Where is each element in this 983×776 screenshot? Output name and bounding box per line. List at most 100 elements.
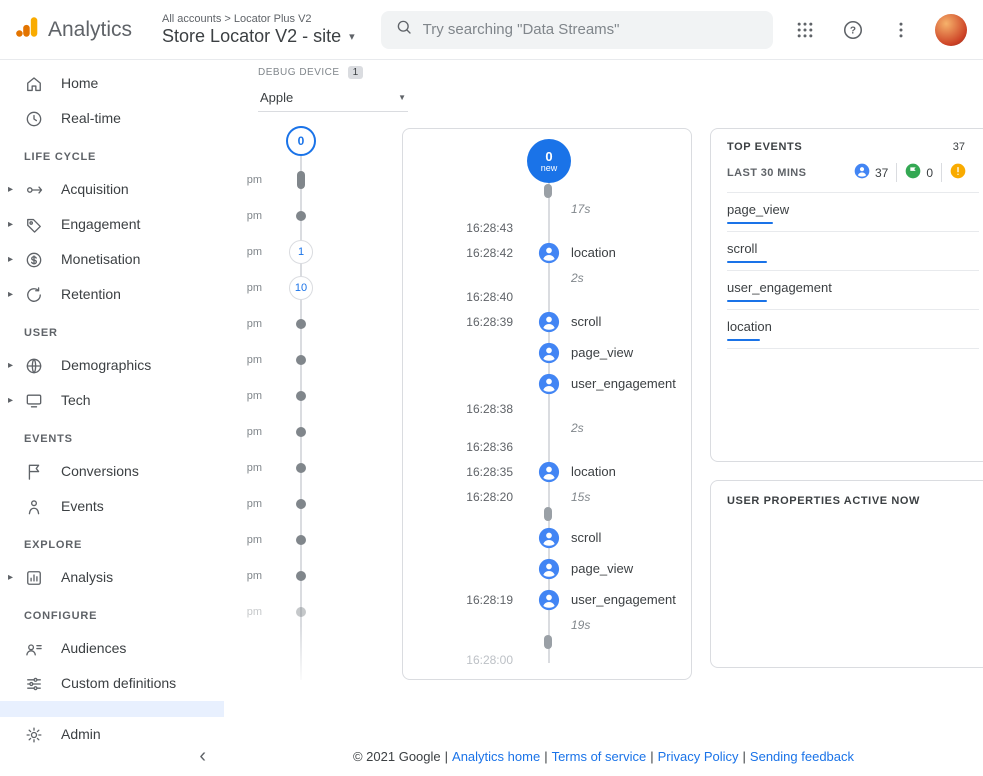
event-row[interactable]: scroll	[403, 522, 691, 553]
sidebar-item-label: Acquisition	[61, 181, 129, 198]
event-row[interactable]: page_view	[403, 337, 691, 368]
timestamp-label: 16:28:36	[403, 440, 531, 454]
sidebar-section-life-cycle: LIFE CYCLE	[0, 142, 224, 172]
minute-marker[interactable]	[296, 211, 306, 221]
minute-marker[interactable]	[296, 571, 306, 581]
sidebar-item-real-time[interactable]: Real-time	[0, 101, 224, 136]
event-row[interactable]: 16:28:19user_engagement	[403, 584, 691, 615]
expand-arrow-icon[interactable]: ▸	[8, 184, 24, 195]
event-user-icon	[538, 242, 560, 264]
sidebar-item-acquisition[interactable]: ▸ Acquisition	[0, 172, 224, 207]
sidebar-item-audiences[interactable]: Audiences	[0, 631, 224, 666]
gap-capsule	[544, 507, 552, 521]
analytics-logo[interactable]: Analytics	[0, 14, 132, 45]
top-event-row[interactable]: location	[727, 310, 979, 349]
seconds-head-marker[interactable]: 0 new	[527, 139, 571, 183]
top-event-row[interactable]: scroll	[727, 232, 979, 271]
sidebar-item-label: Custom definitions	[61, 675, 176, 692]
event-user-icon	[538, 342, 560, 364]
seconds-stream-card: 0 new 17s16:28:4316:28:42location2s16:28…	[402, 128, 692, 680]
search-bar[interactable]	[381, 11, 773, 49]
minute-marker[interactable]	[296, 319, 306, 329]
sidebar-collapse-button[interactable]: ‹	[199, 746, 206, 766]
footer-links: |Analytics home|Terms of service|Privacy…	[441, 749, 854, 764]
event-user-icon	[538, 461, 560, 483]
tech-icon	[24, 391, 46, 411]
debug-device-count-badge: 1	[348, 66, 364, 79]
event-row[interactable]: 16:28:35location	[403, 456, 691, 487]
minute-marker[interactable]	[297, 171, 305, 189]
minute-marker[interactable]	[296, 463, 306, 473]
sidebar-item-label: Real-time	[61, 110, 121, 127]
timestamp-label: 16:28:35	[403, 465, 531, 479]
help-icon[interactable]: ?	[833, 10, 873, 50]
minutes-stream: 0 pmpmpm1pm10pmpmpmpmpmpmpmpmpm	[232, 126, 362, 686]
property-selector[interactable]: All accounts > Locator Plus V2 Store Loc…	[162, 13, 355, 47]
sidebar-item-admin[interactable]: Admin	[0, 717, 224, 752]
minute-row: pm	[232, 450, 362, 486]
minute-marker[interactable]: 10	[289, 276, 313, 300]
timestamp-label: 16:28:00	[403, 653, 531, 667]
expand-arrow-icon[interactable]: ▸	[8, 572, 24, 583]
stat-error-icon	[941, 163, 979, 182]
minute-row: pm1	[232, 234, 362, 270]
kebab-menu-icon[interactable]	[881, 10, 921, 50]
minute-marker[interactable]	[296, 427, 306, 437]
minute-label: pm	[232, 318, 262, 330]
gap-capsule	[544, 184, 552, 198]
event-row[interactable]: user_engagement	[403, 368, 691, 399]
top-event-name: user_engagement	[727, 280, 979, 295]
sidebar-item-retention[interactable]: ▸Retention	[0, 277, 224, 312]
footer-separator: |	[540, 749, 551, 764]
footer-link-terms-of-service[interactable]: Terms of service	[552, 749, 647, 764]
footer-link-privacy-policy[interactable]: Privacy Policy	[658, 749, 739, 764]
sidebar-item-demographics[interactable]: ▸Demographics	[0, 348, 224, 383]
minute-row: pm	[232, 342, 362, 378]
top-event-row[interactable]: page_view	[727, 193, 979, 232]
minute-marker[interactable]	[296, 607, 306, 617]
minute-marker[interactable]	[296, 391, 306, 401]
acquisition-icon	[24, 180, 46, 200]
sidebar-selected-highlight[interactable]	[0, 701, 224, 717]
sidebar-item-home[interactable]: Home	[0, 66, 224, 101]
sidebar-item-label: Conversions	[61, 463, 139, 480]
search-input[interactable]	[423, 21, 759, 38]
footer-link-sending-feedback[interactable]: Sending feedback	[750, 749, 854, 764]
minute-marker[interactable]	[296, 355, 306, 365]
minute-row: pm	[232, 198, 362, 234]
product-name: Analytics	[48, 18, 132, 42]
event-row[interactable]: 16:28:39scroll	[403, 306, 691, 337]
apps-grid-icon[interactable]	[785, 10, 825, 50]
sidebar-item-tech[interactable]: ▸Tech	[0, 383, 224, 418]
clock-icon	[24, 109, 46, 129]
expand-arrow-icon[interactable]: ▸	[8, 219, 24, 230]
top-events-stats: 370	[846, 163, 979, 182]
sidebar-item-custom-definitions[interactable]: Custom definitions	[0, 666, 224, 701]
sidebar-item-conversions[interactable]: Conversions	[0, 454, 224, 489]
minute-marker[interactable]	[296, 499, 306, 509]
expand-arrow-icon[interactable]: ▸	[8, 254, 24, 265]
admin-icon	[24, 725, 46, 745]
debug-device-select[interactable]: Apple ▼	[258, 83, 408, 112]
top-event-row[interactable]: user_engagement	[727, 271, 979, 310]
event-row[interactable]: page_view	[403, 553, 691, 584]
event-name: scroll	[571, 530, 601, 545]
minute-marker[interactable]	[296, 535, 306, 545]
footer-link-analytics-home[interactable]: Analytics home	[452, 749, 540, 764]
duration-label: 2s	[571, 271, 584, 285]
expand-arrow-icon[interactable]: ▸	[8, 395, 24, 406]
sidebar-item-analysis[interactable]: ▸Analysis	[0, 560, 224, 595]
event-row[interactable]: 16:28:42location	[403, 237, 691, 268]
duration-row: 2s	[403, 268, 691, 287]
sidebar-item-events[interactable]: Events	[0, 489, 224, 524]
footer-separator: |	[441, 749, 452, 764]
expand-arrow-icon[interactable]: ▸	[8, 360, 24, 371]
sidebar-item-engagement[interactable]: ▸Engagement	[0, 207, 224, 242]
minutes-head-marker[interactable]: 0	[286, 126, 316, 156]
avatar[interactable]	[935, 14, 967, 46]
top-events-total: 37	[953, 141, 965, 153]
minute-marker[interactable]: 1	[289, 240, 313, 264]
expand-arrow-icon[interactable]: ▸	[8, 289, 24, 300]
minute-row: pm	[232, 414, 362, 450]
sidebar-item-monetisation[interactable]: ▸Monetisation	[0, 242, 224, 277]
